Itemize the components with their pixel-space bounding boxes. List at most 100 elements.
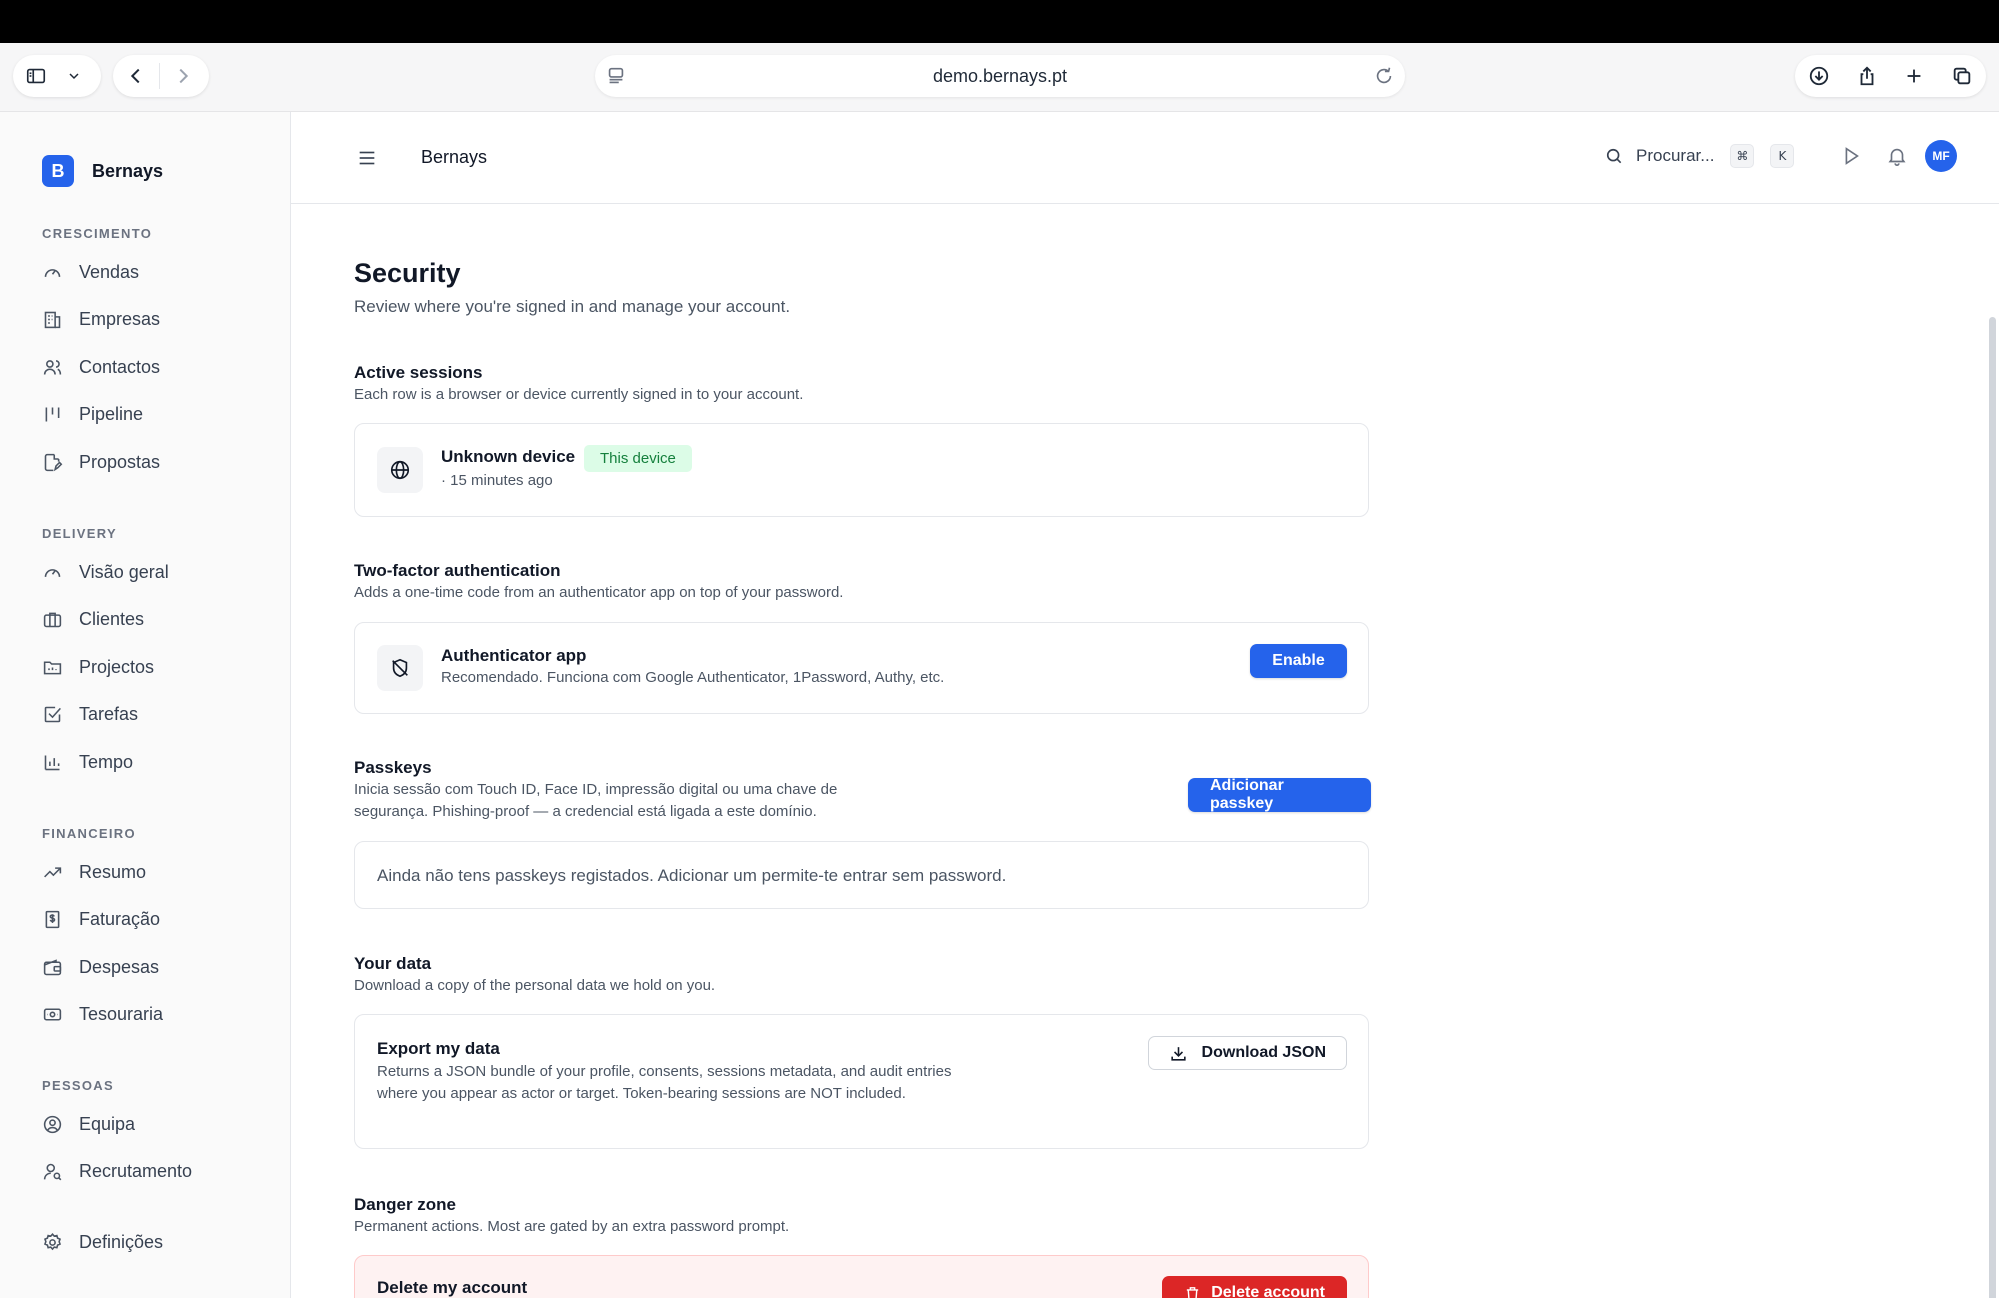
briefcase-icon <box>43 612 62 627</box>
authenticator-subtitle: Recomendado. Funciona com Google Authent… <box>441 669 945 686</box>
sidebar-item-projectos[interactable]: Projectos <box>42 652 272 682</box>
banknote-icon <box>43 1007 62 1021</box>
danger-description: Permanent actions. Most are gated by an … <box>354 1218 790 1235</box>
sidebar-item-definicoes[interactable]: Definições <box>42 1227 272 1257</box>
trash-icon <box>1187 1286 1199 1298</box>
globe-icon <box>377 447 423 493</box>
enable-2fa-button[interactable]: Enable <box>1250 644 1347 678</box>
download-icon[interactable] <box>1796 55 1842 97</box>
delete-account-title: Delete my account <box>377 1278 528 1297</box>
session-time: · 15 minutes ago <box>441 472 553 489</box>
search-placeholder: Procurar... <box>1636 146 1715 165</box>
app-window: B Bernays CRESCIMENTO Vendas Empresas Co… <box>0 112 1999 1298</box>
receipt-icon <box>45 910 60 928</box>
navigation-buttons <box>113 55 209 97</box>
add-passkey-button[interactable]: Adicionar passkey <box>1188 777 1371 812</box>
sidebar-item-label: Propostas <box>79 451 161 472</box>
folder-icon <box>43 660 62 674</box>
bar-chart-icon <box>44 755 60 770</box>
user-circle-icon <box>43 1115 62 1133</box>
bell-icon[interactable] <box>1886 145 1908 167</box>
kanban-icon <box>45 407 60 421</box>
two-factor-description: Adds a one-time code from an authenticat… <box>354 584 844 601</box>
sidebar-item-label: Tesouraria <box>79 1003 164 1024</box>
sidebar-item-despesas[interactable]: Despesas <box>42 952 272 982</box>
share-icon[interactable] <box>1844 55 1890 97</box>
page-title: Security <box>354 258 461 288</box>
authenticator-card: Authenticator app Recomendado. Funciona … <box>354 622 1369 714</box>
brand[interactable]: B Bernays <box>42 155 163 187</box>
tabs-overview-icon[interactable] <box>1939 55 1985 97</box>
user-search-icon <box>43 1163 62 1180</box>
export-card: Export my data Returns a JSON bundle of … <box>354 1014 1369 1149</box>
sidebar-item-label: Definições <box>79 1231 164 1252</box>
session-row: Unknown device This device · 15 minutes … <box>354 423 1369 517</box>
search-trigger[interactable]: Procurar... ⌘ K <box>1604 144 1795 168</box>
main-content: Security Review where you're signed in a… <box>291 204 1981 1298</box>
forward-arrow-icon[interactable] <box>160 55 206 97</box>
shortcut-key-cmd: ⌘ <box>1730 144 1755 168</box>
sidebar-item-label: Resumo <box>79 861 147 882</box>
sidebar-item-label: Visão geral <box>79 561 169 582</box>
reader-mode-icon[interactable] <box>605 65 627 87</box>
sidebar-item-clientes[interactable]: Clientes <box>42 604 272 634</box>
brand-name: Bernays <box>92 160 164 181</box>
sidebar-item-tarefas[interactable]: Tarefas <box>42 699 272 729</box>
sidebar-item-label: Clientes <box>79 608 145 629</box>
gear-icon <box>43 1232 62 1250</box>
delete-account-button[interactable]: Delete account <box>1162 1276 1347 1298</box>
top-header: Bernays Procurar... ⌘ K MF <box>291 112 1999 204</box>
device-status-bar <box>0 0 1999 43</box>
brand-logo: B <box>42 155 74 187</box>
sidebar-item-pipeline[interactable]: Pipeline <box>42 399 272 429</box>
section-label-crescimento: CRESCIMENTO <box>42 226 153 241</box>
sidebar-toggle-icon[interactable] <box>13 55 59 97</box>
download-json-button[interactable]: Download JSON <box>1147 1036 1347 1070</box>
section-label-pessoas: PESSOAS <box>42 1078 114 1093</box>
sidebar-item-label: Equipa <box>79 1113 136 1134</box>
file-edit-icon <box>44 453 63 471</box>
url-text: demo.bernays.pt <box>932 65 1068 86</box>
sidebar-item-label: Faturação <box>79 908 161 929</box>
download-icon <box>1170 1046 1186 1061</box>
gauge-icon <box>44 268 61 277</box>
trending-up-icon <box>44 866 62 877</box>
reload-icon[interactable] <box>1373 65 1395 87</box>
page-subtitle: Review where you're signed in and manage… <box>354 297 791 316</box>
browser-actions <box>1795 55 1986 97</box>
your-data-description: Download a copy of the personal data we … <box>354 977 716 994</box>
play-icon[interactable] <box>1840 145 1862 167</box>
sidebar-item-tempo[interactable]: Tempo <box>42 747 272 777</box>
shield-off-icon <box>377 645 423 691</box>
address-bar[interactable]: demo.bernays.pt <box>595 55 1405 97</box>
delete-account-card: Delete my account Delete account <box>354 1255 1369 1298</box>
session-device: Unknown device <box>441 447 576 466</box>
export-description: Returns a JSON bundle of your profile, c… <box>377 1063 952 1102</box>
sidebar-item-vendas[interactable]: Vendas <box>42 257 272 287</box>
authenticator-title: Authenticator app <box>441 646 587 665</box>
sidebar-item-equipa[interactable]: Equipa <box>42 1109 272 1139</box>
sidebar-item-resumo[interactable]: Resumo <box>42 857 272 887</box>
users-icon <box>43 359 62 375</box>
scrollbar[interactable] <box>1989 317 1996 1298</box>
new-tab-icon[interactable] <box>1891 55 1937 97</box>
download-json-label: Download JSON <box>1201 1044 1326 1061</box>
sidebar-item-empresas[interactable]: Empresas <box>42 304 272 334</box>
two-factor-title: Two-factor authentication <box>354 561 561 580</box>
export-title: Export my data <box>377 1039 500 1058</box>
your-data-title: Your data <box>354 954 432 973</box>
sidebar-item-visao-geral[interactable]: Visão geral <box>42 557 272 587</box>
back-arrow-icon[interactable] <box>113 55 159 97</box>
sidebar-item-contactos[interactable]: Contactos <box>42 352 272 382</box>
passkeys-description-line1: Inicia sessão com Touch ID, Face ID, imp… <box>354 781 838 798</box>
sidebar-item-tesouraria[interactable]: Tesouraria <box>42 999 272 1029</box>
avatar[interactable]: MF <box>1925 140 1957 172</box>
sidebar-item-recrutamento[interactable]: Recrutamento <box>42 1156 272 1186</box>
passkeys-title: Passkeys <box>354 758 432 777</box>
menu-icon[interactable] <box>356 147 378 169</box>
sidebar-item-label: Projectos <box>79 656 155 677</box>
sidebar-item-faturacao[interactable]: Faturação <box>42 904 272 934</box>
danger-title: Danger zone <box>354 1195 457 1214</box>
sidebar-item-propostas[interactable]: Propostas <box>42 447 272 477</box>
chevron-down-icon[interactable] <box>59 55 89 97</box>
